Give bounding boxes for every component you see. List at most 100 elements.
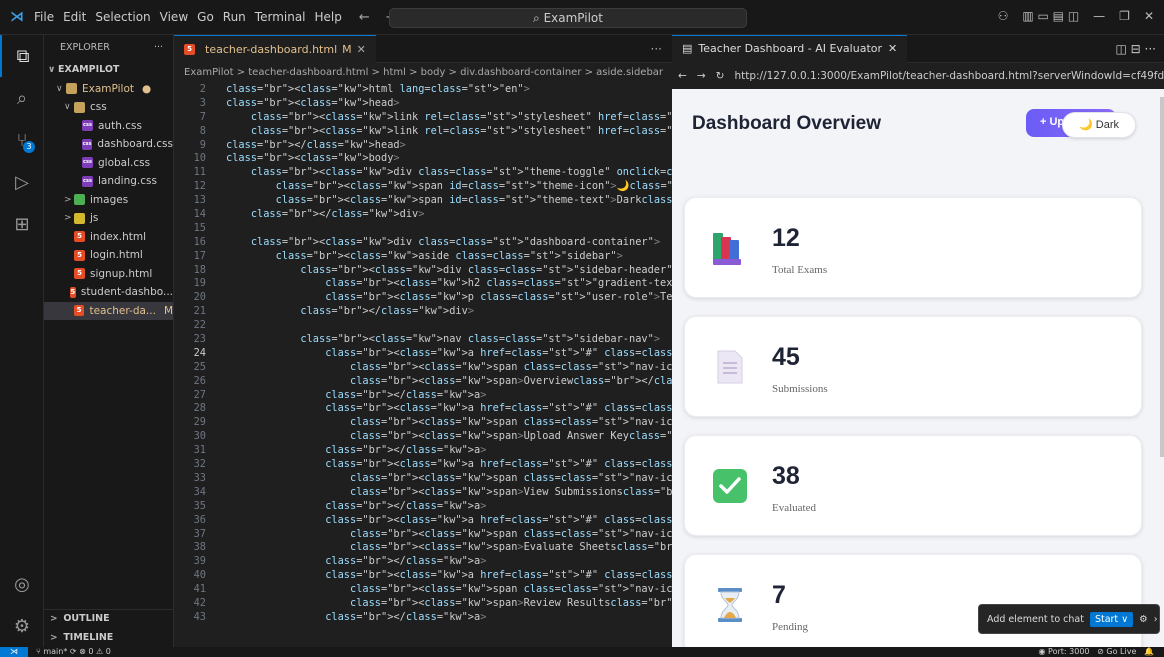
- code-line[interactable]: 39 class="br"></class="kw">a>: [174, 555, 672, 569]
- vscode-logo-icon: ⋊: [10, 9, 24, 25]
- close-tab-icon[interactable]: ✕: [888, 35, 897, 63]
- maximize-icon[interactable]: ❐: [1119, 9, 1130, 23]
- port-indicator[interactable]: ◉ Port: 3000: [1039, 647, 1090, 656]
- outline-section[interactable]: > OUTLINE: [44, 610, 174, 629]
- explorer-icon[interactable]: ⧉: [0, 35, 44, 77]
- code-line[interactable]: 24 class="br"><class="kw">a href=class="…: [174, 347, 672, 361]
- run-debug-icon[interactable]: ▷: [0, 161, 44, 203]
- breadcrumb[interactable]: ExamPilot > teacher-dashboard.html > htm…: [174, 63, 672, 83]
- menu-terminal[interactable]: Terminal: [255, 10, 306, 24]
- menu-selection[interactable]: Selection: [95, 10, 150, 24]
- code-line[interactable]: 7 class="br"><class="kw">link rel=class=…: [174, 111, 672, 125]
- layout-icon[interactable]: ▥ ▭ ▤ ◫: [1022, 9, 1079, 23]
- more-icon[interactable]: ···: [651, 35, 662, 63]
- timeline-section[interactable]: > TIMELINE: [44, 629, 174, 648]
- chevron-right-icon[interactable]: ›: [1154, 614, 1158, 625]
- url-input[interactable]: http://127.0.0.1:3000/ExamPilot/teacher-…: [734, 70, 1164, 82]
- code-line[interactable]: 15: [174, 222, 672, 236]
- tree-item[interactable]: 5 login.html: [44, 246, 173, 265]
- menu-edit[interactable]: Edit: [63, 10, 86, 24]
- tree-item[interactable]: > images: [44, 191, 173, 210]
- workspace-root[interactable]: ∨ EXAMPILOT: [44, 61, 173, 80]
- settings-gear-icon[interactable]: ⚙: [0, 605, 44, 647]
- tab-teacher-dashboard[interactable]: 5 teacher-dashboard.html M ✕: [174, 35, 376, 63]
- code-line[interactable]: 11 class="br"><class="kw">div class=clas…: [174, 166, 672, 180]
- tree-item[interactable]: css dashboard.css: [44, 135, 173, 154]
- minimize-icon[interactable]: —: [1093, 9, 1105, 23]
- menu-help[interactable]: Help: [315, 10, 342, 24]
- code-line[interactable]: 8 class="br"><class="kw">link rel=class=…: [174, 125, 672, 139]
- code-line[interactable]: 14 class="br"></class="kw">div>: [174, 208, 672, 222]
- tree-item[interactable]: css global.css: [44, 154, 173, 173]
- code-line[interactable]: 20 class="br"><class="kw">p class=class=…: [174, 291, 672, 305]
- tree-item[interactable]: ∨ css: [44, 98, 173, 117]
- settings-gear-icon[interactable]: ⚙: [1139, 614, 1148, 625]
- tab-preview[interactable]: ▤ Teacher Dashboard - AI Evaluator ✕: [672, 35, 908, 63]
- copilot-icon[interactable]: ⚇: [998, 9, 1009, 23]
- code-line[interactable]: 3 class="br"><class="kw">head>: [174, 97, 672, 111]
- menu-file[interactable]: File: [34, 10, 54, 24]
- code-area[interactable]: 2 class="br"><class="kw">html lang=class=…: [174, 83, 672, 625]
- code-line[interactable]: 10 class="br"><class="kw">body>: [174, 152, 672, 166]
- branch-indicator[interactable]: ⑂ main* ⟳ ⊗ 0 ⚠ 0: [36, 647, 111, 657]
- code-line[interactable]: 19 class="br"><class="kw">h2 class=class…: [174, 277, 672, 291]
- code-line[interactable]: 16 class="br"><class="kw">div class=clas…: [174, 236, 672, 250]
- code-line[interactable]: 36 class="br"><class="kw">a href=class="…: [174, 514, 672, 528]
- code-line[interactable]: 30 class="br"><class="kw">span>Upload An…: [174, 430, 672, 444]
- code-line[interactable]: 42 class="br"><class="kw">span>Review Re…: [174, 597, 672, 611]
- tree-item[interactable]: 5 index.html: [44, 228, 173, 247]
- tree-item[interactable]: 5 student-dashbo...: [44, 283, 173, 302]
- extensions-icon[interactable]: ⊞: [0, 203, 44, 245]
- code-line[interactable]: 9 class="br"></class="kw">head>: [174, 139, 672, 153]
- code-line[interactable]: 38 class="br"><class="kw">span>Evaluate …: [174, 541, 672, 555]
- tree-item[interactable]: > js: [44, 209, 173, 228]
- source-control-icon[interactable]: ⑂ 3: [0, 119, 44, 161]
- tree-item[interactable]: 5 teacher-da... M: [44, 301, 173, 320]
- code-line[interactable]: 33 class="br"><class="kw">span class=cla…: [174, 472, 672, 486]
- close-icon[interactable]: ✕: [1144, 9, 1154, 23]
- code-line[interactable]: 35 class="br"></class="kw">a>: [174, 500, 672, 514]
- code-line[interactable]: 32 class="br"><class="kw">a href=class="…: [174, 458, 672, 472]
- code-line[interactable]: 23 class="br"><class="kw">nav class=clas…: [174, 333, 672, 347]
- code-line[interactable]: 28 class="br"><class="kw">a href=class="…: [174, 402, 672, 416]
- code-line[interactable]: 41 class="br"><class="kw">span class=cla…: [174, 583, 672, 597]
- golive-button[interactable]: ⊘ Go Live: [1097, 647, 1136, 656]
- pane-actions[interactable]: ◫ ⊟ ···: [1116, 35, 1156, 63]
- more-icon[interactable]: ···: [154, 35, 163, 61]
- code-line[interactable]: 26 class="br"><class="kw">span>Overviewc…: [174, 375, 672, 389]
- forward-icon[interactable]: →: [697, 70, 706, 82]
- search-icon[interactable]: ⌕: [0, 77, 44, 119]
- back-icon[interactable]: ←: [678, 70, 687, 82]
- menu-go[interactable]: Go: [197, 10, 214, 24]
- code-line[interactable]: 40 class="br"><class="kw">a href=class="…: [174, 569, 672, 583]
- tree-item[interactable]: css landing.css: [44, 172, 173, 191]
- account-icon[interactable]: ◎: [0, 563, 44, 605]
- code-line[interactable]: 31 class="br"></class="kw">a>: [174, 444, 672, 458]
- code-line[interactable]: 34 class="br"><class="kw">span>View Subm…: [174, 486, 672, 500]
- start-button[interactable]: Start ∨: [1089, 611, 1134, 627]
- code-line[interactable]: 25 class="br"><class="kw">span class=cla…: [174, 361, 672, 375]
- remote-icon[interactable]: ⋊: [0, 647, 28, 657]
- code-line[interactable]: 29 class="br"><class="kw">span class=cla…: [174, 416, 672, 430]
- close-tab-icon[interactable]: ✕: [357, 36, 366, 64]
- code-line[interactable]: 43 class="br"></class="kw">a>: [174, 611, 672, 625]
- notifications-icon[interactable]: 🔔: [1144, 647, 1154, 656]
- code-line[interactable]: 27 class="br"></class="kw">a>: [174, 389, 672, 403]
- code-line[interactable]: 2 class="br"><class="kw">html lang=class=…: [174, 83, 672, 97]
- code-line[interactable]: 13 class="br"><class="kw">span id=class=…: [174, 194, 672, 208]
- code-line[interactable]: 37 class="br"><class="kw">span class=cla…: [174, 528, 672, 542]
- code-line[interactable]: 21 class="br"></class="kw">div>: [174, 305, 672, 319]
- command-search[interactable]: ⌕ ExamPilot: [389, 8, 747, 28]
- tree-item[interactable]: ∨ ExamPilot ●: [44, 80, 173, 99]
- theme-toggle-button[interactable]: 🌙 Dark: [1062, 112, 1136, 138]
- menu-view[interactable]: View: [160, 10, 188, 24]
- reload-icon[interactable]: ↻: [716, 70, 725, 82]
- menu-run[interactable]: Run: [223, 10, 246, 24]
- code-line[interactable]: 12 class="br"><class="kw">span id=class=…: [174, 180, 672, 194]
- tree-item[interactable]: css auth.css: [44, 117, 173, 136]
- code-line[interactable]: 17 class="br"><class="kw">aside class=cl…: [174, 250, 672, 264]
- code-line[interactable]: 18 class="br"><class="kw">div class=clas…: [174, 264, 672, 278]
- tree-item[interactable]: 5 signup.html: [44, 265, 173, 284]
- scrollbar[interactable]: [1160, 97, 1164, 457]
- code-line[interactable]: 22: [174, 319, 672, 333]
